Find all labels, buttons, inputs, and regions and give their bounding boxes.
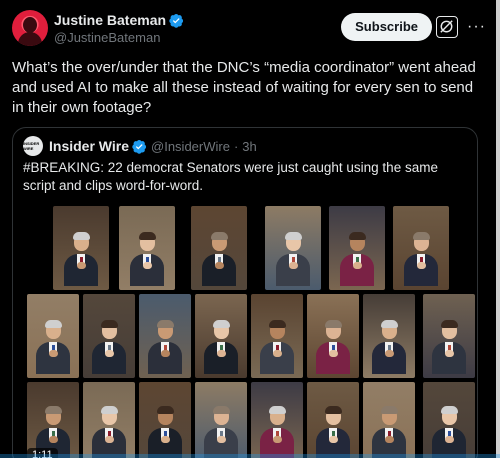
separator-dot: · [233, 138, 239, 154]
senator-clip-thumbnail [83, 294, 135, 378]
senator-clip-thumbnail [363, 382, 415, 458]
video-player[interactable]: 1:11 [13, 202, 477, 458]
post-text: What’s the over/under that the DNC’s “me… [12, 59, 476, 116]
grok-icon[interactable] [436, 16, 458, 38]
senator-clip-thumbnail [191, 206, 247, 290]
senator-clip-thumbnail [27, 382, 79, 458]
senator-clip-thumbnail [27, 294, 79, 378]
post-header: Justine Bateman @JustineBateman Subscrib… [12, 10, 488, 46]
verified-badge-icon [132, 139, 147, 154]
senator-clip-thumbnail [423, 382, 475, 458]
senator-clip-thumbnail [139, 294, 191, 378]
senator-clip-thumbnail [423, 294, 475, 378]
senator-clip-thumbnail [53, 206, 109, 290]
quoted-post-text: #BREAKING: 22 democrat Senators were jus… [23, 160, 438, 193]
bottom-accent-bar [0, 454, 500, 458]
quoted-post-time[interactable]: 3h [242, 139, 256, 154]
quoted-post-card[interactable]: INSIDER WIRE Insider Wire @InsiderWire ·… [12, 127, 478, 458]
senator-clip-thumbnail [195, 294, 247, 378]
quoted-author-avatar[interactable]: INSIDER WIRE [23, 136, 43, 156]
verified-badge-icon [169, 13, 184, 28]
window-edge [496, 0, 500, 458]
author-avatar[interactable] [12, 10, 48, 46]
senator-clip-thumbnail [251, 382, 303, 458]
senator-clip-thumbnail [307, 382, 359, 458]
more-dots-icon[interactable]: ··· [467, 18, 486, 36]
subscribe-button[interactable]: Subscribe [341, 13, 432, 41]
senator-clip-thumbnail [265, 206, 321, 290]
quoted-post-header: INSIDER WIRE Insider Wire @InsiderWire ·… [23, 136, 257, 156]
senator-clip-thumbnail [195, 382, 247, 458]
quoted-author-handle[interactable]: @InsiderWire [151, 139, 230, 154]
senator-clip-thumbnail [251, 294, 303, 378]
author-handle[interactable]: @JustineBateman [54, 30, 160, 45]
senator-clip-thumbnail [307, 294, 359, 378]
senator-clip-thumbnail [83, 382, 135, 458]
senator-clip-thumbnail [363, 294, 415, 378]
quoted-author-name[interactable]: Insider Wire [49, 138, 129, 154]
author-name-row: Justine Bateman [54, 12, 184, 28]
senator-clip-thumbnail [393, 206, 449, 290]
senator-clip-thumbnail [329, 206, 385, 290]
author-display-name[interactable]: Justine Bateman [54, 12, 166, 28]
senator-clip-thumbnail [139, 382, 191, 458]
senator-clip-thumbnail [119, 206, 175, 290]
